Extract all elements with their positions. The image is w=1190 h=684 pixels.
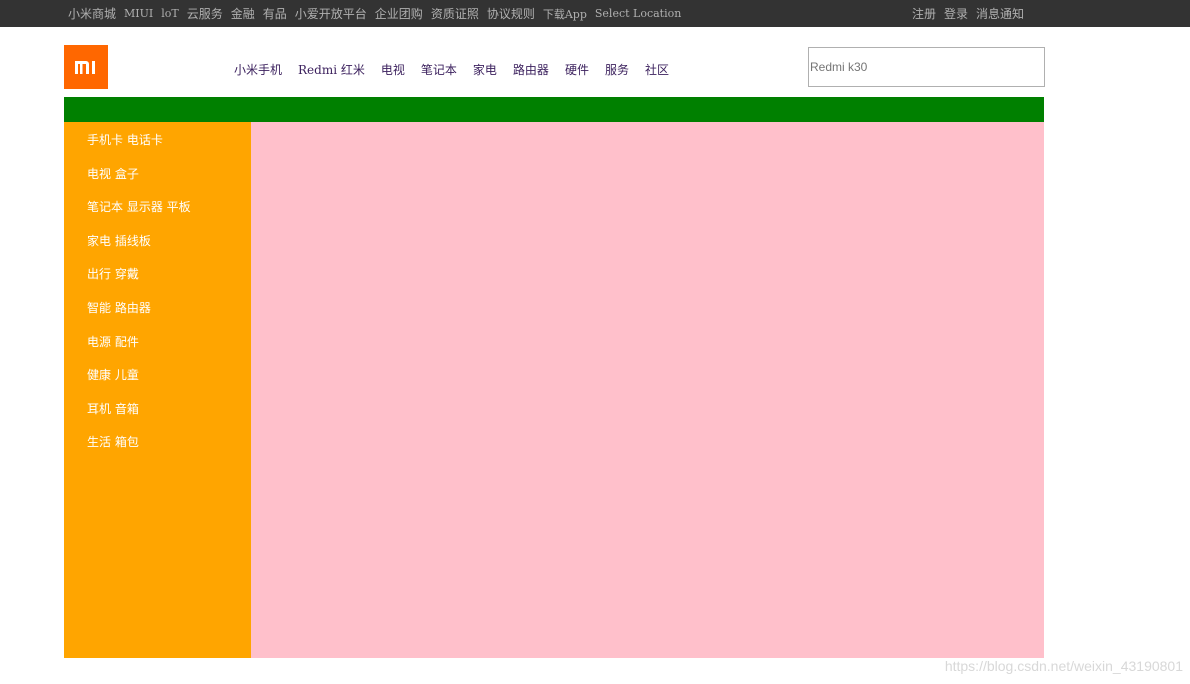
sidebar-category-item[interactable]: 笔记本 显示器 平板	[87, 198, 191, 215]
nav-item[interactable]: 服务	[605, 61, 629, 78]
topbar-link[interactable]: 金融	[231, 5, 255, 22]
topbar: 小米商城 MIUI loT 云服务 金融 有品 小爱开放平台 企业团购 资质证照 协议规则 下载Ap…	[0, 0, 1190, 27]
sidebar-category-item[interactable]: 手机卡 电话卡	[87, 131, 163, 148]
topbar-right-links: 注册 登录 消息通知	[908, 0, 1028, 27]
topbar-link[interactable]: loT	[161, 7, 178, 20]
sidebar-category-item[interactable]: 出行 穿戴	[87, 265, 139, 282]
category-sidebar: 手机卡 电话卡 电视 盒子笔记本 显示器 平板 家电 插线板 出行 穿戴智能 路由器电…	[64, 122, 251, 658]
topbar-link[interactable]: 资质证照	[431, 5, 479, 22]
sidebar-category-item[interactable]: 健康 儿童	[87, 366, 139, 383]
nav-item[interactable]: 小米手机	[234, 61, 282, 78]
topbar-link[interactable]: 有品	[263, 5, 287, 22]
nav-item[interactable]: 笔记本	[421, 61, 457, 78]
nav-item[interactable]: 路由器	[513, 61, 549, 78]
nav-item[interactable]: 家电	[473, 61, 497, 78]
nav-item[interactable]: 电视	[381, 61, 405, 78]
mi-logo-icon	[75, 61, 95, 74]
sidebar-category-item[interactable]: 家电 插线板	[87, 232, 151, 249]
sidebar-category-item[interactable]: 智能 路由器	[87, 299, 151, 316]
green-banner-bar	[64, 97, 1044, 122]
topbar-link[interactable]: 下载App	[543, 6, 587, 22]
search-input[interactable]	[808, 47, 1045, 87]
topbar-link[interactable]: MIUI	[124, 7, 153, 20]
register-link[interactable]: 注册	[912, 5, 936, 22]
topbar-link[interactable]: Select Location	[595, 7, 681, 20]
main-content-area	[251, 122, 1044, 658]
topbar-link[interactable]: 小米商城	[68, 5, 116, 22]
login-link[interactable]: 登录	[944, 5, 968, 22]
topbar-link[interactable]: 企业团购	[375, 5, 423, 22]
topbar-link[interactable]: 协议规则	[487, 5, 535, 22]
sidebar-category-item[interactable]: 电源 配件	[87, 333, 139, 350]
topbar-link[interactable]: 小爱开放平台	[295, 5, 367, 22]
mi-logo[interactable]	[64, 45, 108, 89]
notifications-link[interactable]: 消息通知	[976, 5, 1024, 22]
sidebar-category-item[interactable]: 生活 箱包	[87, 433, 139, 450]
nav-item[interactable]: 社区	[645, 61, 669, 78]
watermark: https://blog.csdn.net/weixin_43190801	[944, 658, 1183, 674]
main-nav: 小米手机 Redmi 红米 电视 笔记本 家电 路由器 硬件 服务 社区	[226, 58, 677, 80]
topbar-left-links: 小米商城 MIUI loT 云服务 金融 有品 小爱开放平台 企业团购 资质证照 协议规则 下载Ap…	[64, 0, 685, 27]
sidebar-category-item[interactable]: 电视 盒子	[87, 165, 139, 182]
nav-item[interactable]: 硬件	[565, 61, 589, 78]
topbar-link[interactable]: 云服务	[187, 5, 223, 22]
sidebar-category-item[interactable]: 耳机 音箱	[87, 400, 139, 417]
nav-item[interactable]: Redmi 红米	[298, 61, 365, 78]
